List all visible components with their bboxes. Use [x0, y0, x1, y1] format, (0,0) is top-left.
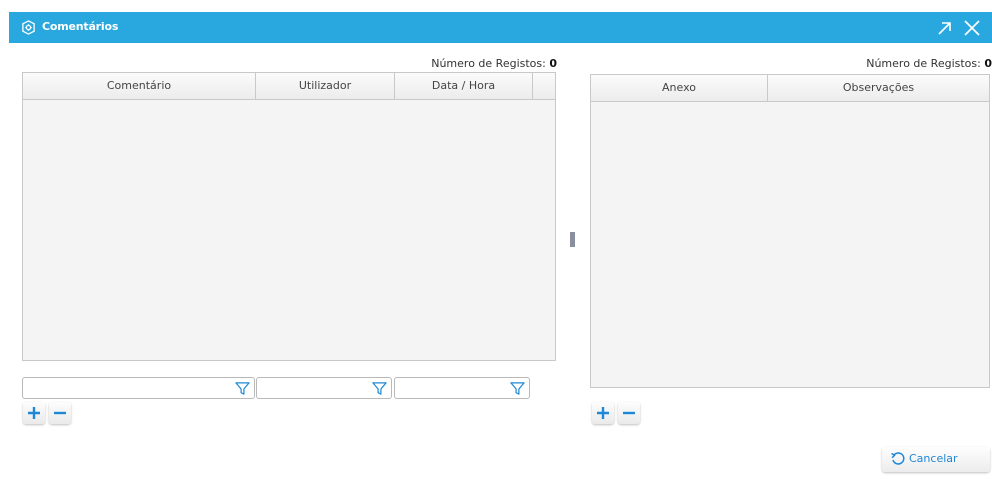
record-count-value: 0	[549, 57, 557, 70]
close-button[interactable]	[961, 17, 983, 39]
dialog-title: Comentários	[42, 20, 119, 33]
record-count-label: Número de Registos:	[866, 57, 981, 70]
maximize-button[interactable]	[934, 17, 956, 39]
filter-data-hora-input[interactable]	[394, 377, 530, 399]
column-header-data-hora[interactable]: Data / Hora	[395, 73, 533, 99]
minus-icon	[623, 411, 635, 415]
minus-icon	[54, 411, 66, 415]
cube-settings-icon	[22, 20, 35, 35]
arrow-up-right-icon	[938, 22, 951, 35]
attachments-grid[interactable]: Anexo Observações	[590, 74, 990, 388]
add-comment-button[interactable]	[23, 402, 45, 424]
remove-comment-button[interactable]	[49, 402, 71, 424]
remove-attachment-button[interactable]	[618, 402, 640, 424]
record-count-value: 0	[984, 57, 992, 70]
plus-icon	[597, 407, 609, 419]
comments-grid[interactable]: Comentário Utilizador Data / Hora	[22, 72, 556, 361]
comments-grid-header: Comentário Utilizador Data / Hora	[23, 73, 555, 100]
close-icon	[964, 20, 980, 36]
comments-record-count: Número de Registos: 0	[431, 57, 557, 70]
column-header-utilizador[interactable]: Utilizador	[256, 73, 395, 99]
filter-icon[interactable]	[510, 381, 525, 396]
filter-icon[interactable]	[372, 381, 387, 396]
filter-utilizador-input[interactable]	[256, 377, 392, 399]
undo-icon	[891, 452, 905, 465]
comments-dialog: Comentários Número de Registos: 0 Coment…	[9, 12, 992, 479]
column-header-observacoes[interactable]: Observações	[768, 75, 989, 101]
filter-icon[interactable]	[235, 381, 250, 396]
column-header-comentario[interactable]: Comentário	[23, 73, 256, 99]
cancel-button[interactable]: Cancelar	[882, 447, 990, 472]
dialog-titlebar: Comentários	[9, 12, 992, 43]
column-header-anexo[interactable]: Anexo	[591, 75, 768, 101]
record-count-label: Número de Registos:	[431, 57, 546, 70]
cancel-label: Cancelar	[909, 452, 958, 465]
plus-icon	[28, 407, 40, 419]
attachments-record-count: Número de Registos: 0	[866, 57, 992, 70]
panel-splitter-handle[interactable]	[570, 232, 575, 247]
filter-comentario-input[interactable]	[22, 377, 255, 399]
attachments-grid-header: Anexo Observações	[591, 75, 989, 102]
add-attachment-button[interactable]	[592, 402, 614, 424]
